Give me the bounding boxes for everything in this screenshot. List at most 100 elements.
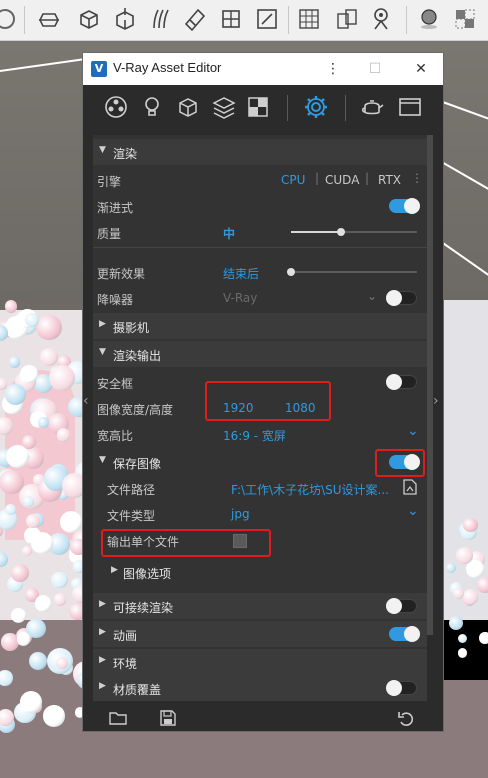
progressive-toggle[interactable] <box>389 198 420 214</box>
section-render-output[interactable]: ▼ 渲染输出 <box>93 341 427 367</box>
save-disk-icon[interactable] <box>159 709 177 727</box>
partial-icon[interactable] <box>0 6 18 32</box>
balloon <box>34 595 52 612</box>
iconbar-separator <box>287 95 288 121</box>
image-size-label: 图像宽度/高度 <box>97 403 174 417</box>
file-type-row: 文件类型 jpg ⌄ <box>93 501 427 527</box>
section-environment[interactable]: ▶ 环境 <box>93 649 427 675</box>
sketchup-toolbar <box>0 0 488 41</box>
balloon <box>10 563 29 582</box>
collapse-left-arrow-icon[interactable]: ‹ <box>83 393 89 409</box>
open-folder-icon[interactable] <box>109 709 127 727</box>
scene-beam <box>439 160 488 192</box>
animation-toggle[interactable] <box>389 626 420 642</box>
close-icon[interactable]: ✕ <box>409 57 433 81</box>
box-export-icon[interactable] <box>112 6 138 32</box>
quality-row: 质量 中 <box>93 219 427 245</box>
chevron-down-icon[interactable]: ⌄ <box>407 503 419 519</box>
balloon <box>477 577 488 594</box>
update-effect-slider[interactable] <box>287 268 417 276</box>
safe-frame-toggle[interactable] <box>386 374 417 390</box>
chevron-down-icon[interactable]: ⌄ <box>367 289 377 303</box>
section-plane-icon[interactable] <box>36 6 62 32</box>
denoiser-value[interactable]: V-Ray <box>223 291 257 305</box>
section-animation[interactable]: ▶ 动画 <box>93 621 427 647</box>
balloon <box>448 616 463 631</box>
collapsed-triangle-icon: ▶ <box>99 655 106 665</box>
proxy-icon[interactable] <box>218 6 244 32</box>
layers-icon[interactable] <box>334 6 360 32</box>
section-resumable[interactable]: ▶ 可接续渲染 <box>93 593 427 619</box>
file-browse-icon[interactable] <box>403 479 417 495</box>
image-options-row[interactable]: ▶ 图像选项 <box>93 559 427 585</box>
expand-right-arrow-icon[interactable]: › <box>433 393 439 409</box>
denoiser-label: 降噪器 <box>97 293 134 307</box>
save-image-label: 保存图像 <box>113 457 162 471</box>
denoiser-toggle[interactable] <box>386 290 417 306</box>
chevron-down-icon[interactable]: ⌄ <box>407 423 419 439</box>
section-render[interactable]: ▼ 渲染 <box>93 139 427 165</box>
settings-gear-icon[interactable] <box>303 94 329 120</box>
balloon <box>5 384 26 405</box>
vray-asset-editor-window: V V-Ray Asset Editor ⋮ ☐ ✕ ‹ › ▼ 渲染 引擎 C… <box>82 52 444 732</box>
geometry-icon[interactable] <box>175 94 201 120</box>
frame-buffer-icon[interactable] <box>397 94 423 120</box>
balloon <box>8 356 21 368</box>
menu-icon[interactable]: ⋮ <box>321 57 345 81</box>
toolbar-separator <box>24 6 25 34</box>
camera-view-icon[interactable] <box>368 6 394 32</box>
scrollbar-thumb[interactable] <box>427 135 433 635</box>
engine-rtx-option[interactable]: RTX <box>378 173 401 187</box>
engine-cpu-option[interactable]: CPU <box>281 173 305 187</box>
quality-value: 中 <box>223 227 236 241</box>
reset-undo-icon[interactable] <box>397 709 415 727</box>
section-camera[interactable]: ▶ 摄影机 <box>93 313 427 339</box>
resumable-toggle[interactable] <box>386 598 417 614</box>
collapsed-triangle-icon: ▶ <box>99 319 106 329</box>
engine-row: 引擎 CPU | CUDA | RTX ⋮ <box>93 167 427 193</box>
section-render-label: 渲染 <box>113 147 138 161</box>
balloon <box>479 632 488 644</box>
aspect-value[interactable]: 16:9 - 宽屏 <box>223 427 286 444</box>
render-teapot-icon[interactable] <box>359 94 385 120</box>
section-material-override[interactable]: ▶ 材质覆盖 <box>93 675 427 701</box>
annotation-box-image-size <box>205 381 331 421</box>
engine-divider: | <box>365 171 370 185</box>
sphere-light-icon[interactable] <box>416 6 442 32</box>
quality-slider[interactable] <box>291 228 417 236</box>
materials-icon[interactable] <box>103 94 129 120</box>
window-title: V-Ray Asset Editor <box>113 60 222 75</box>
collapsed-triangle-icon: ▶ <box>99 627 106 637</box>
checker-light-icon[interactable] <box>452 6 478 32</box>
balloon <box>0 670 13 686</box>
maximize-icon: ☐ <box>368 61 382 77</box>
mesh-clipper-icon[interactable] <box>182 6 208 32</box>
render-elements-icon[interactable] <box>211 94 237 120</box>
balloon <box>0 708 14 726</box>
quality-label: 质量 <box>97 227 122 241</box>
panel-scrollbar[interactable] <box>427 135 433 701</box>
section-render-output-label: 渲染输出 <box>113 349 162 363</box>
material-override-toggle[interactable] <box>386 680 417 696</box>
lights-icon[interactable] <box>139 94 165 120</box>
file-path-value[interactable]: F:\工作\木子花坊\SU设计案... <box>231 481 391 498</box>
balloon <box>55 657 68 670</box>
engine-cuda-option[interactable]: CUDA <box>325 173 359 187</box>
section-resumable-label: 可接续渲染 <box>113 601 174 615</box>
grid-icon[interactable] <box>296 6 322 32</box>
box-import-icon[interactable] <box>76 6 102 32</box>
fur-icon[interactable] <box>148 6 174 32</box>
file-type-value[interactable]: jpg <box>231 507 250 521</box>
balloon <box>42 705 65 727</box>
engine-divider: | <box>315 171 320 185</box>
progressive-label: 渐进式 <box>97 201 134 215</box>
edit-mesh-icon[interactable] <box>254 6 280 32</box>
toolbar-separator <box>406 6 407 34</box>
engine-more-icon[interactable]: ⋮ <box>411 171 423 185</box>
textures-icon[interactable] <box>245 94 271 120</box>
balloon <box>38 417 49 428</box>
collapsed-triangle-icon: ▶ <box>99 681 106 691</box>
balloon <box>25 313 39 327</box>
balloon <box>36 314 62 341</box>
balloon <box>16 632 31 646</box>
